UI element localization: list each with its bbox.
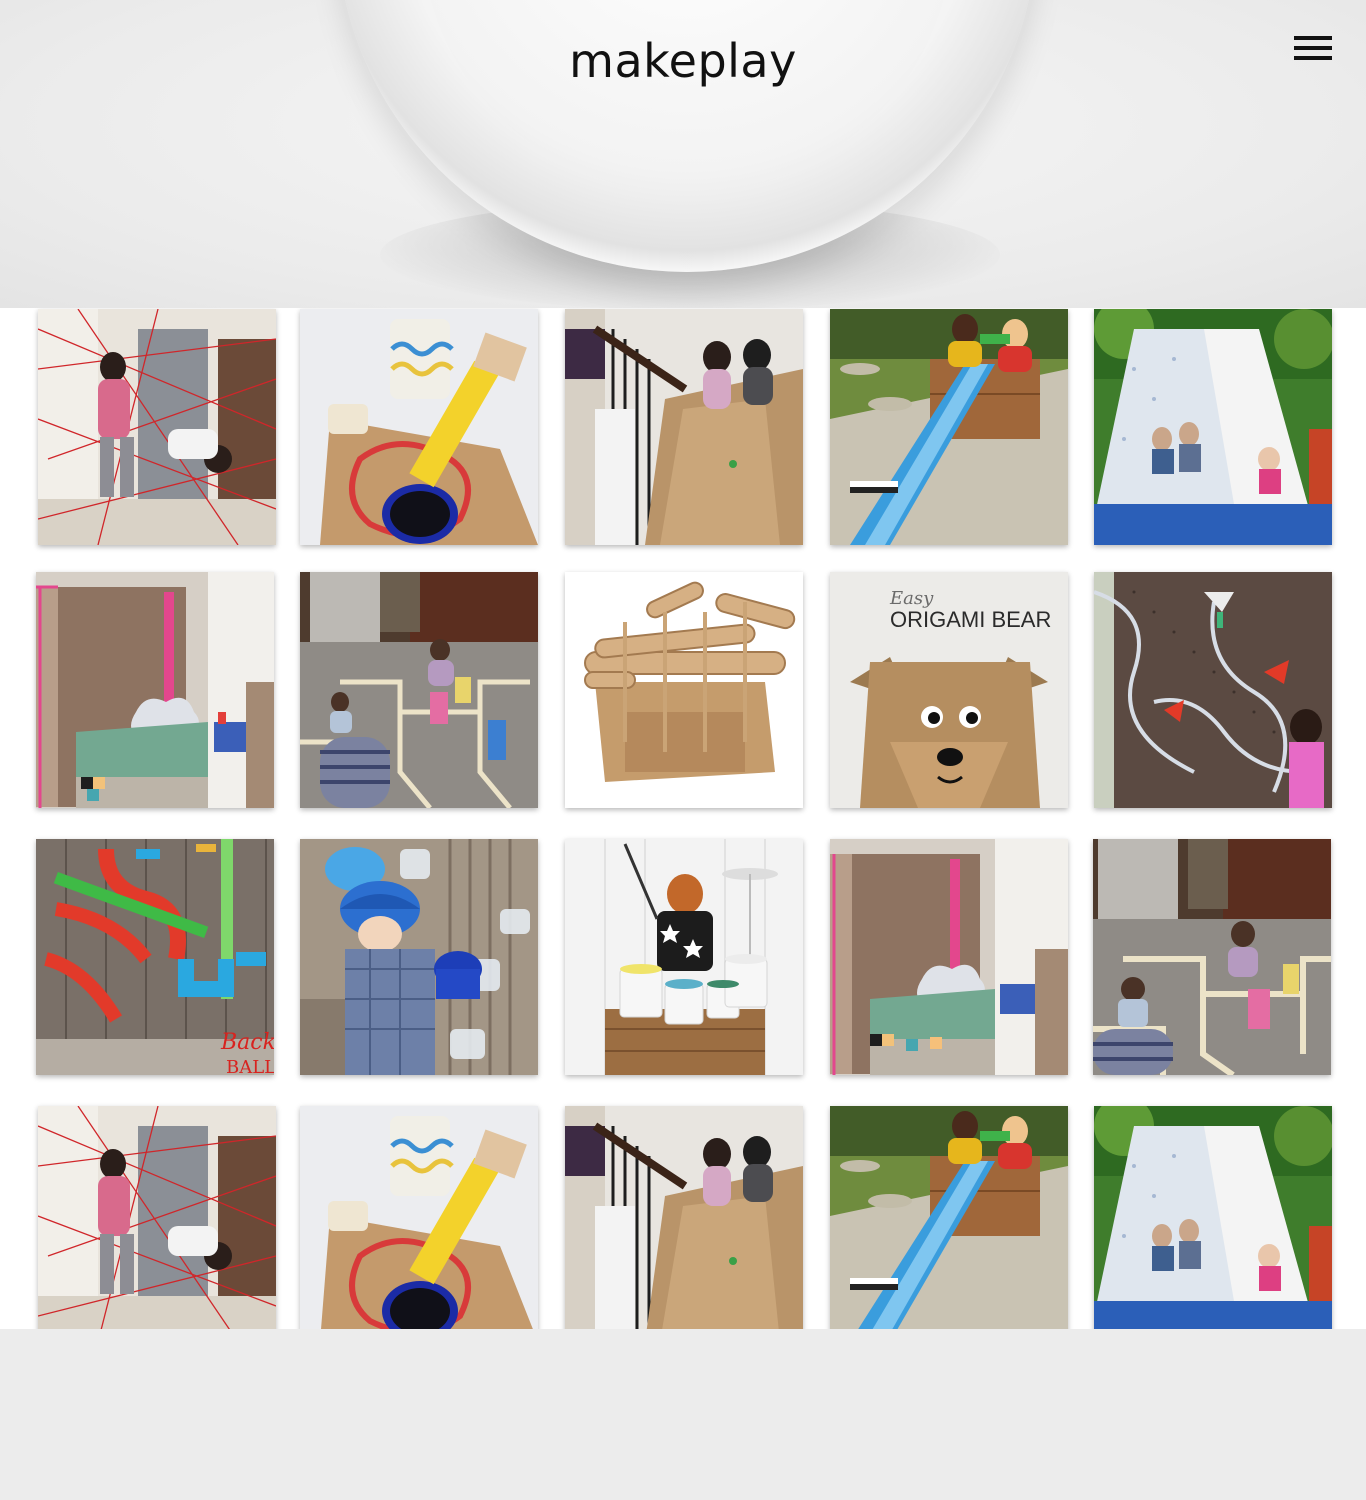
svg-text:BALL: BALL xyxy=(226,1057,274,1075)
page-footer xyxy=(0,1329,1366,1500)
gallery-tile-cardboard-box-guitar[interactable] xyxy=(300,309,538,545)
backyard-sheet-tent-image xyxy=(1094,309,1332,545)
gallery-tile-backyard-sheet-tent[interactable] xyxy=(1094,309,1332,545)
gallery-tile-blue-ramp-race-track[interactable] xyxy=(830,309,1068,545)
gallery-tile-hanging-bottle-water-wall[interactable] xyxy=(300,839,538,1075)
svg-text:Back: Back xyxy=(220,1030,274,1055)
site-logo[interactable]: makeplay xyxy=(0,34,1366,88)
gallery-tile-string-laser-maze[interactable] xyxy=(38,1106,276,1329)
stair-cardboard-slide-image xyxy=(565,1106,803,1329)
pegboard-water-wall-image xyxy=(1094,572,1332,808)
origami-bear-caption-small: Easy xyxy=(889,588,934,609)
gallery-tile-stair-cardboard-slide[interactable] xyxy=(565,1106,803,1329)
gallery-tile-pipe-ball-run-fence[interactable]: Back BALL xyxy=(36,839,274,1075)
string-laser-maze-image xyxy=(38,1106,276,1329)
hanging-bottle-water-wall-image xyxy=(300,839,538,1075)
gallery-tile-cardboard-reading-nook[interactable] xyxy=(36,572,274,808)
gallery-tile-paint-can-drum-kit[interactable] xyxy=(565,839,803,1075)
cardboard-box-guitar-image xyxy=(300,309,538,545)
cardboard-reading-nook-image xyxy=(36,572,274,808)
blue-ramp-race-track-image xyxy=(830,309,1068,545)
cardboard-reading-nook-image xyxy=(830,839,1068,1075)
hamburger-menu-icon[interactable] xyxy=(1294,36,1332,62)
project-gallery: Easy ORIGAMI BEAR Back BALL xyxy=(0,308,1366,1329)
blue-ramp-race-track-image xyxy=(830,1106,1068,1329)
origami-bear-caption: ORIGAMI BEAR xyxy=(890,607,1051,632)
tape-road-playmat-image xyxy=(300,572,538,808)
string-laser-maze-image xyxy=(38,309,276,545)
gallery-tile-string-laser-maze[interactable] xyxy=(38,309,276,545)
origami-bear-image: Easy ORIGAMI BEAR xyxy=(830,572,1068,808)
gallery-tile-blue-ramp-race-track[interactable] xyxy=(830,1106,1068,1329)
gallery-tile-cardboard-box-guitar[interactable] xyxy=(300,1106,538,1329)
gallery-tile-tape-road-playmat[interactable] xyxy=(1093,839,1331,1075)
cardboard-box-guitar-image xyxy=(300,1106,538,1329)
gallery-tile-cardboard-reading-nook[interactable] xyxy=(830,839,1068,1075)
gallery-tile-stair-cardboard-slide[interactable] xyxy=(565,309,803,545)
stair-cardboard-slide-image xyxy=(565,309,803,545)
gallery-tile-tape-road-playmat[interactable] xyxy=(300,572,538,808)
paint-can-drum-kit-image xyxy=(565,839,803,1075)
hero-banner: makeplay xyxy=(0,0,1366,308)
cardboard-tube-marble-run-image xyxy=(565,572,803,808)
backyard-sheet-tent-image xyxy=(1094,1106,1332,1329)
gallery-tile-origami-bear[interactable]: Easy ORIGAMI BEAR xyxy=(830,572,1068,808)
pipe-ball-run-fence-image: Back BALL xyxy=(36,839,274,1075)
gallery-tile-cardboard-tube-marble-run[interactable] xyxy=(565,572,803,808)
gallery-tile-backyard-sheet-tent[interactable] xyxy=(1094,1106,1332,1329)
tape-road-playmat-image xyxy=(1093,839,1331,1075)
gallery-tile-pegboard-water-wall[interactable] xyxy=(1094,572,1332,808)
